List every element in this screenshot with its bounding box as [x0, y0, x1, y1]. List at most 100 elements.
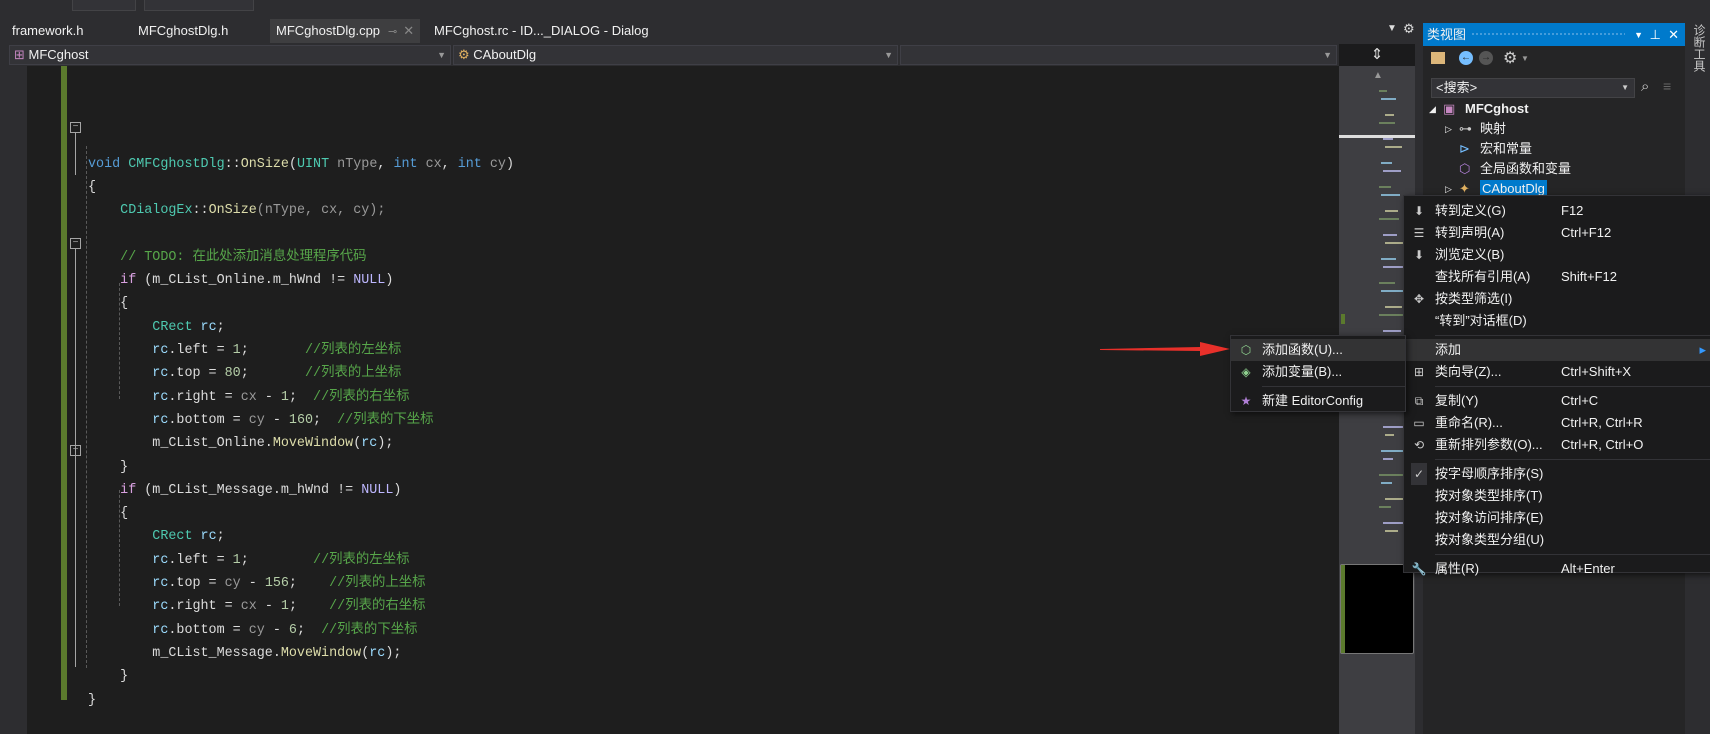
- menu-item[interactable]: 按对象类型分组(U): [1404, 529, 1710, 551]
- menu-separator: [1262, 386, 1405, 387]
- menu-item[interactable]: ⬡ 添加函数(U)...: [1231, 339, 1405, 361]
- code-token: .right =: [168, 599, 241, 615]
- menu-item[interactable]: 查找所有引用(A) Shift+F12: [1404, 266, 1710, 288]
- menu-item-label: 按字母顺序排序(S): [1435, 466, 1544, 481]
- code-token: .top =: [168, 576, 225, 591]
- minimap-line: [1381, 482, 1392, 484]
- code-token: 1: [280, 599, 289, 615]
- menu-item[interactable]: 添加 ▸: [1404, 339, 1710, 361]
- code-token: //列表的右坐标: [329, 599, 426, 615]
- tab-label: framework.h: [12, 23, 84, 38]
- menu-item[interactable]: ◈ 添加变量(B)...: [1231, 361, 1405, 383]
- chevron-down-icon[interactable]: ▼: [1621, 79, 1629, 97]
- pin-icon[interactable]: ⊸: [388, 26, 397, 38]
- collapse-icon[interactable]: −: [70, 122, 81, 133]
- code-token: CRect: [152, 319, 193, 335]
- code-token: ;: [240, 552, 314, 568]
- code-line: if (m_CList_Message.m_hWnd != NULL): [88, 479, 401, 502]
- minimap-line: [1379, 314, 1403, 316]
- submenu-arrow-icon: ▸: [1699, 342, 1706, 357]
- tree-item-macro[interactable]: ⊳ 宏和常量: [1423, 139, 1685, 159]
- menu-item[interactable]: ⟲ 重新排列参数(O)... Ctrl+R, Ctrl+O: [1404, 434, 1710, 456]
- class-dropdown[interactable]: ⚙ CAboutDlg ▼: [453, 45, 898, 65]
- menu-item[interactable]: ⬇ 浏览定义(B): [1404, 244, 1710, 266]
- diagnostic-tools-tab[interactable]: 诊断工具: [1691, 24, 1708, 72]
- class-name: CAboutDlg: [473, 47, 537, 62]
- window-menu-icon[interactable]: ▼: [1634, 24, 1643, 47]
- code-token: ::: [224, 156, 241, 172]
- tree-item-key[interactable]: ▷ ⊶ 映射: [1423, 119, 1685, 139]
- tree-item-label: 映射: [1480, 121, 1507, 136]
- menu-item[interactable]: ✓ 按字母顺序排序(S): [1404, 463, 1710, 485]
- code-token: CMFCghostDlg: [128, 156, 225, 172]
- tab-framework-h[interactable]: framework.h: [6, 19, 90, 43]
- tab-overflow-icon[interactable]: ▼: [1387, 23, 1397, 34]
- code-token: 156: [264, 576, 289, 591]
- chevron-down-icon[interactable]: ▼: [1521, 54, 1529, 63]
- tree-item-cube[interactable]: ⬡ 全局函数和变量: [1423, 159, 1685, 179]
- settings-icon[interactable]: ⚙: [1503, 48, 1517, 68]
- menu-item-shortcut: Alt+Enter: [1561, 561, 1615, 576]
- tab-mfcghostdlg-h[interactable]: MFCghostDlg.h: [132, 19, 234, 43]
- code-token: 80: [224, 366, 241, 382]
- context-menu: ⬇ 转到定义(G) F12 ☰ 转到声明(A) Ctrl+F12 ⬇ 浏览定义(B) 查找所有引…: [1403, 195, 1710, 576]
- menu-item[interactable]: 🔧 属性(R) Alt+Enter: [1404, 558, 1710, 580]
- collapse-icon[interactable]: −: [70, 445, 81, 456]
- navigation-bar: ⊞ MFCghost ▼ ⚙ CAboutDlg ▼ ▼: [0, 44, 1338, 66]
- class-icon: ⚙: [458, 47, 474, 62]
- close-icon[interactable]: ✕: [1668, 23, 1679, 46]
- menu-item[interactable]: ⬇ 转到定义(G) F12: [1404, 200, 1710, 222]
- menu-item[interactable]: ☰ 转到声明(A) Ctrl+F12: [1404, 222, 1710, 244]
- menu-item[interactable]: ⊞ 类向导(Z)... Ctrl+Shift+X: [1404, 361, 1710, 383]
- back-icon[interactable]: ←: [1459, 51, 1473, 65]
- wrench-icon: 🔧: [1411, 562, 1427, 576]
- code-editor[interactable]: − − − void CMFCghostDlg::OnSize(UINT nTy…: [0, 66, 1339, 734]
- menu-item[interactable]: ✥ 按类型筛选(I): [1404, 288, 1710, 310]
- forward-icon[interactable]: →: [1479, 51, 1493, 65]
- menu-item[interactable]: 按对象访问排序(E): [1404, 507, 1710, 529]
- tab-mfcghost-rc-id-dialog-dialog[interactable]: MFCghost.rc - ID..._DIALOG - Dialog: [428, 19, 655, 43]
- code-line: rc.bottom = cy - 6; //列表的下坐标: [88, 619, 417, 642]
- tab-mfcghostdlg-cpp[interactable]: MFCghostDlg.cpp ⊸ ✕: [270, 19, 421, 43]
- gear-icon[interactable]: ⚙: [1403, 21, 1415, 37]
- split-icon[interactable]: ⇕: [1339, 44, 1415, 66]
- add-function-icon: ⬡: [1240, 343, 1252, 357]
- tree-item-project[interactable]: ◢ ▣ MFCghost: [1423, 99, 1685, 119]
- go-to-declaration-icon: ☰: [1413, 226, 1425, 240]
- platform-dropdown[interactable]: [144, 0, 254, 11]
- pin-icon[interactable]: ⊥: [1650, 23, 1661, 46]
- filter-icon: ✥: [1413, 292, 1425, 306]
- menu-item[interactable]: 按对象类型排序(T): [1404, 485, 1710, 507]
- member-dropdown[interactable]: ▼: [900, 45, 1337, 65]
- code-token: nType: [329, 156, 378, 172]
- code-token: }: [88, 669, 129, 685]
- config-dropdown[interactable]: [72, 0, 136, 11]
- minimap-line: [1383, 234, 1397, 236]
- search-options-icon[interactable]: ≡: [1663, 78, 1671, 94]
- code-token: CRect: [152, 529, 193, 545]
- expand-icon[interactable]: ◢: [1429, 99, 1436, 119]
- menu-item-label: 属性(R): [1435, 561, 1480, 576]
- code-token: //列表的上坐标: [305, 366, 402, 382]
- collapse-icon[interactable]: −: [70, 238, 81, 249]
- expand-icon[interactable]: ▷: [1445, 119, 1452, 139]
- menu-item[interactable]: ★ 新建 EditorConfig: [1231, 390, 1405, 412]
- project-dropdown[interactable]: ⊞ MFCghost ▼: [9, 45, 451, 65]
- search-input[interactable]: <搜索> ▼: [1431, 78, 1635, 98]
- menu-item[interactable]: ⧉ 复制(Y) Ctrl+C: [1404, 390, 1710, 412]
- new-folder-icon[interactable]: [1431, 52, 1445, 64]
- search-icon[interactable]: ⌕: [1641, 78, 1649, 95]
- code-token: ): [505, 156, 514, 172]
- menu-item[interactable]: ▭ 重命名(R)... Ctrl+R, Ctrl+R: [1404, 412, 1710, 434]
- minimap-viewport[interactable]: [1340, 564, 1414, 654]
- code-token: cx: [417, 156, 442, 172]
- close-icon[interactable]: ✕: [403, 23, 414, 38]
- scroll-up-icon[interactable]: ▲: [1373, 70, 1383, 81]
- menu-item[interactable]: “转到”对话框(D): [1404, 310, 1710, 332]
